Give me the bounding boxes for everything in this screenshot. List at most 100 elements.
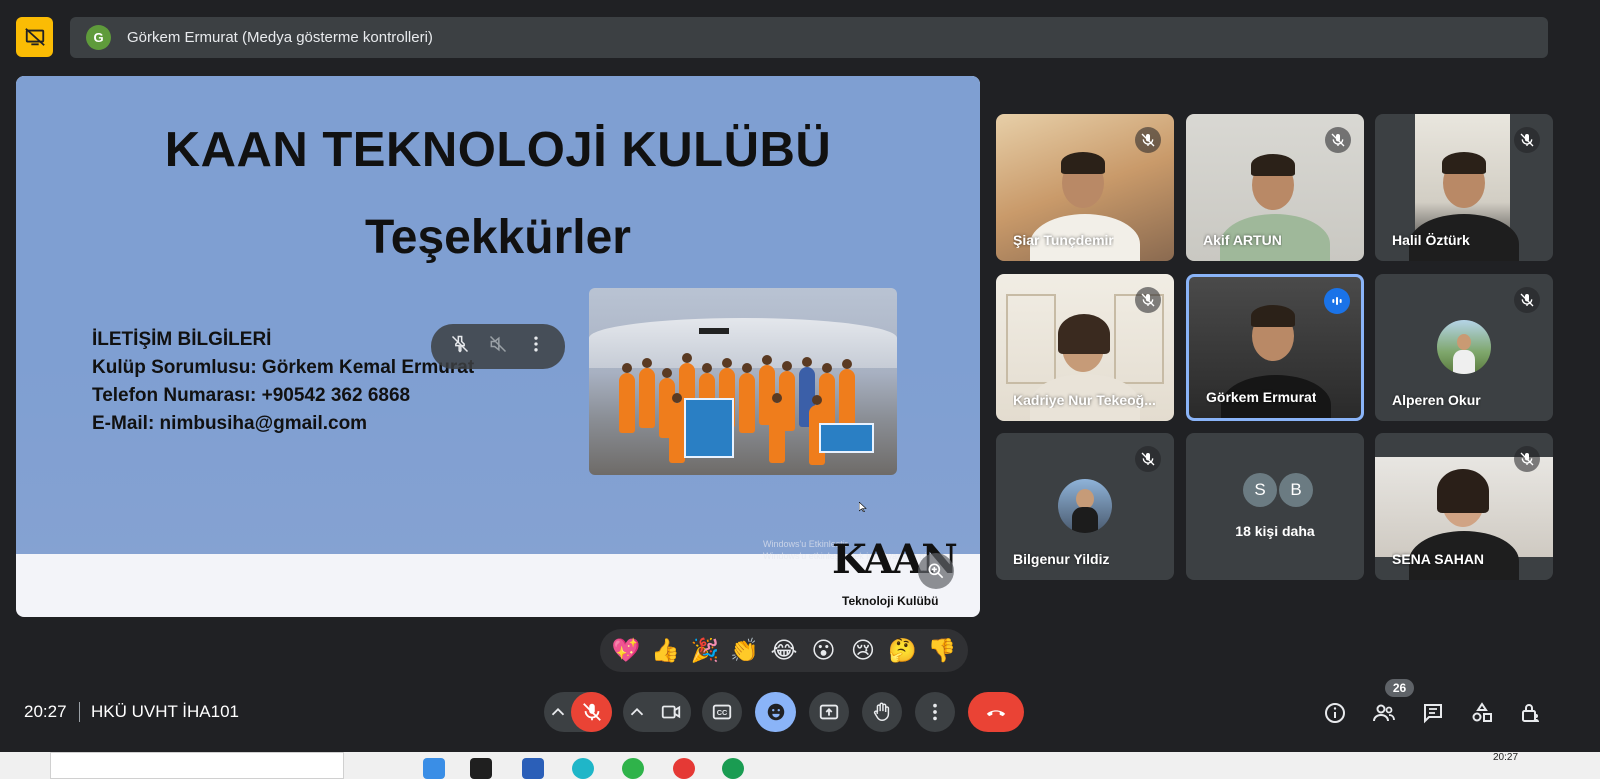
taskbar-app-icon[interactable] (423, 758, 445, 779)
more-vert-icon (933, 703, 937, 721)
participant-tile[interactable]: Kadriye Nur Tekeoğ... (996, 274, 1174, 421)
taskbar-app-icon[interactable] (622, 758, 644, 779)
participant-avatar (1058, 479, 1112, 533)
participant-tile[interactable]: Alperen Okur (1375, 274, 1553, 421)
captions-button[interactable]: CC (702, 692, 742, 732)
taskbar-search[interactable] (50, 752, 344, 779)
people-icon (1373, 704, 1395, 722)
participant-name: Akif ARTUN (1203, 232, 1282, 248)
participant-count-badge: 26 (1385, 679, 1414, 697)
participant-avatar (1437, 320, 1491, 374)
taskbar-app-icon[interactable] (572, 758, 594, 779)
participant-name: Görkem Ermurat (1206, 389, 1317, 405)
call-end-icon (986, 710, 1006, 717)
shapes-icon (1472, 702, 1492, 722)
mic-options-button[interactable] (544, 701, 572, 723)
taskbar-app-icon[interactable] (470, 758, 492, 779)
stop-presenting-button[interactable] (16, 17, 53, 57)
participant-tile[interactable]: Bilgenur Yildiz (996, 433, 1174, 580)
participant-name: SENA SAHAN (1392, 551, 1485, 567)
hand-icon (873, 702, 890, 721)
contact-info: İLETİŞİM BİLGİLERİ Kulüp Sorumlusu: Görk… (92, 326, 474, 438)
mic-off-icon (1135, 446, 1161, 472)
reaction-laughing[interactable]: 😂 (767, 637, 801, 664)
speaking-indicator-icon (1324, 288, 1350, 314)
zoom-in-icon (928, 563, 944, 579)
reaction-crying[interactable]: 😢 (846, 637, 880, 664)
zoom-button[interactable] (918, 553, 954, 589)
camera-toggle-button[interactable] (651, 692, 691, 732)
drone-shape (699, 328, 729, 334)
meeting-clock: 20:27 (24, 702, 67, 721)
info-icon (1325, 703, 1345, 723)
reaction-surprised[interactable]: 😮 (807, 637, 841, 664)
reaction-sparkling-heart[interactable]: 💖 (609, 637, 643, 664)
contact-phone: Telefon Numarası: +90542 362 6868 (92, 385, 411, 406)
raise-hand-button[interactable] (862, 692, 902, 732)
people-button[interactable] (1371, 700, 1397, 726)
reaction-clapping[interactable]: 👏 (727, 637, 761, 664)
participant-tile[interactable]: Şiar Tunçdemir (996, 114, 1174, 261)
lock-person-icon (1522, 704, 1539, 722)
chevron-up-icon (551, 707, 565, 716)
participant-tile[interactable]: Akif ARTUN (1186, 114, 1364, 261)
mute-audio-button[interactable] (488, 334, 508, 359)
slide-subtitle: Teşekkürler (365, 211, 631, 264)
mini-avatar: B (1279, 473, 1313, 507)
participant-name: Bilgenur Yildiz (1013, 551, 1110, 567)
chat-button[interactable] (1420, 700, 1446, 726)
presentation-overlay-controls (431, 324, 565, 369)
chevron-up-icon (630, 707, 644, 716)
taskbar-clock: 20:27 (1493, 752, 1519, 763)
host-controls-button[interactable] (1517, 700, 1543, 726)
reactions-button[interactable] (755, 692, 796, 732)
media-controls-bar[interactable]: G Görkem Ermurat (Medya gösterme kontrol… (70, 17, 1548, 58)
presenter-avatar: G (86, 25, 111, 50)
activities-button[interactable] (1469, 700, 1495, 726)
taskbar-app-icon[interactable] (522, 758, 544, 779)
more-participants-tile[interactable]: S B 18 kişi daha (1186, 433, 1364, 580)
reaction-thinking[interactable]: 🤔 (886, 637, 920, 664)
leave-call-button[interactable] (968, 692, 1024, 732)
mic-off-icon (1135, 127, 1161, 153)
more-options-button[interactable] (915, 692, 955, 732)
participant-name: Alperen Okur (1392, 392, 1481, 408)
taskbar-app-icon[interactable] (722, 758, 744, 779)
reactions-bar: 💖 👍 🎉 👏 😂 😮 😢 🤔 👎 (600, 629, 968, 672)
participant-tile[interactable]: SENA SAHAN (1375, 433, 1553, 580)
presentation-screen: KAAN TEKNOLOJİ KULÜBÜ Teşekkürler İLETİŞ… (16, 76, 980, 617)
participant-name: Kadriye Nur Tekeoğ... (1013, 392, 1156, 408)
videocam-icon (661, 705, 681, 719)
participant-tile[interactable]: Halil Öztürk (1375, 114, 1553, 261)
mic-off-icon (1514, 127, 1540, 153)
team-photo (589, 288, 897, 475)
chat-icon (1424, 704, 1442, 724)
meeting-details-button[interactable] (1322, 700, 1348, 726)
mic-off-icon (1325, 127, 1351, 153)
mic-off-icon (582, 703, 601, 721)
taskbar-app-icon[interactable] (673, 758, 695, 779)
mic-off-icon (1514, 446, 1540, 472)
contact-email: E-Mail: nimbusiha@gmail.com (92, 413, 368, 434)
mic-off-icon (1514, 287, 1540, 313)
smiley-icon (767, 703, 784, 721)
more-options-button[interactable] (526, 334, 546, 359)
pin-off-button[interactable] (450, 334, 470, 359)
mic-toggle-button[interactable] (571, 692, 612, 732)
more-participants-avatars: S B (1243, 473, 1313, 507)
more-vert-icon (534, 336, 538, 352)
stop-share-icon (24, 28, 45, 46)
meeting-name: HKÜ UVHT İHA101 (91, 702, 240, 721)
mic-off-icon (1135, 287, 1161, 313)
participant-tile-active-speaker[interactable]: Görkem Ermurat (1186, 274, 1364, 421)
present-to-all-icon (819, 704, 839, 720)
camera-options-button[interactable] (623, 701, 651, 723)
svg-text:CC: CC (717, 708, 728, 717)
reaction-party-popper[interactable]: 🎉 (688, 637, 722, 664)
closed-caption-icon: CC (712, 704, 732, 720)
contact-heading: İLETİŞİM BİLGİLERİ (92, 329, 272, 350)
reaction-thumbs-down[interactable]: 👎 (925, 637, 959, 664)
mini-avatar: S (1243, 473, 1277, 507)
present-screen-button[interactable] (809, 692, 849, 732)
reaction-thumbs-up[interactable]: 👍 (648, 637, 682, 664)
